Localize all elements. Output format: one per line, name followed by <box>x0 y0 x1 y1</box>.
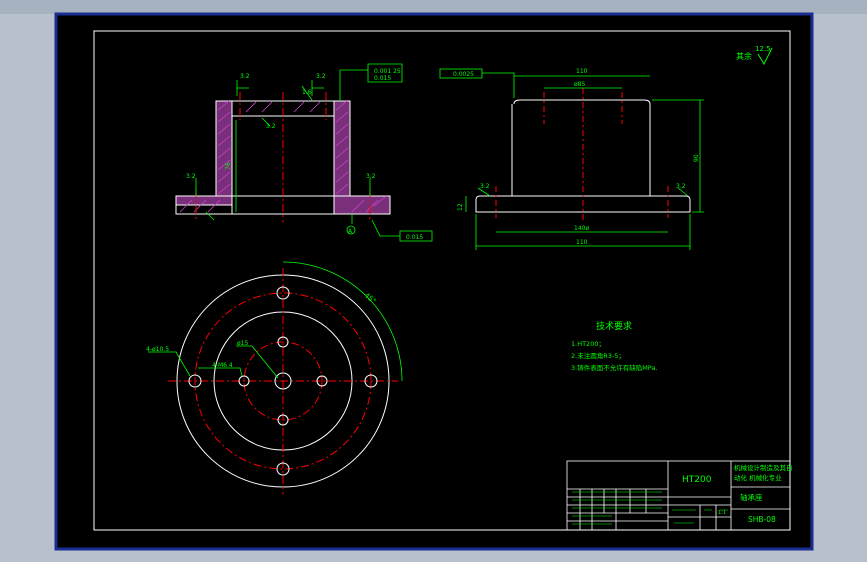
sec-flatness-frame: 0.001 25 <box>374 68 401 75</box>
roughness-value: 12.5 <box>755 45 771 53</box>
title-part-name: 轴承座 <box>740 492 763 502</box>
notes-title: 技术要求 <box>596 320 632 332</box>
sec-runout-frame: 0.015 <box>406 234 423 241</box>
title-org-line2: 动化 机械化专业 <box>734 473 782 482</box>
note-2: 2.未注圆角R3-5； <box>571 351 625 360</box>
note-1: 1.HT200； <box>571 340 605 348</box>
sec-roughness-3: 1.6 <box>302 89 312 96</box>
title-scale: 1:1 <box>718 510 726 516</box>
side-dim-base: 110 <box>576 239 588 246</box>
note-3: 3.铸件表面不允许有缺陷MPa. <box>571 363 658 372</box>
roughness-note: 其余 <box>736 51 752 61</box>
side-dim-height: 90 <box>693 154 700 162</box>
model-space-viewport[interactable] <box>54 12 814 551</box>
sec-position-frame: 0.015 <box>374 75 391 82</box>
side-dim-pcd: 140ø <box>574 225 589 232</box>
cad-drawing-window: 其余 12.5 3.2 3.2 1.6 3.2 3.2 3.2 0.001 25… <box>0 0 867 562</box>
sec-roughness-2: 3.2 <box>316 73 326 80</box>
title-drawing-no: SHB-08 <box>748 515 776 524</box>
side-dim-bore: ø85 <box>574 81 585 88</box>
sec-roughness-4: 3.2 <box>266 123 276 130</box>
side-tolerance-frame: 0.0025 <box>453 71 474 78</box>
sec-roughness-6: 3.2 <box>366 173 376 180</box>
plan-inner-holes-dim: 4-M6.4 <box>212 362 233 369</box>
title-material: HT200 <box>682 475 712 485</box>
side-dim-top: 110 <box>576 68 588 75</box>
side-roughness-left: 3.2 <box>480 183 490 190</box>
plan-center-dim: ø15 <box>237 340 248 347</box>
title-org-line1: 机械设计制造及其自 <box>734 463 793 472</box>
plan-outer-holes-dim: 4-ø10.5 <box>146 346 169 353</box>
title-strip <box>0 0 867 14</box>
side-dim-flange: 12 <box>457 203 464 211</box>
sec-height-dim: 76 <box>225 162 232 170</box>
sec-roughness-1: 3.2 <box>240 73 250 80</box>
sec-roughness-5: 3.2 <box>186 173 196 180</box>
side-roughness-right: 3.2 <box>676 183 686 190</box>
